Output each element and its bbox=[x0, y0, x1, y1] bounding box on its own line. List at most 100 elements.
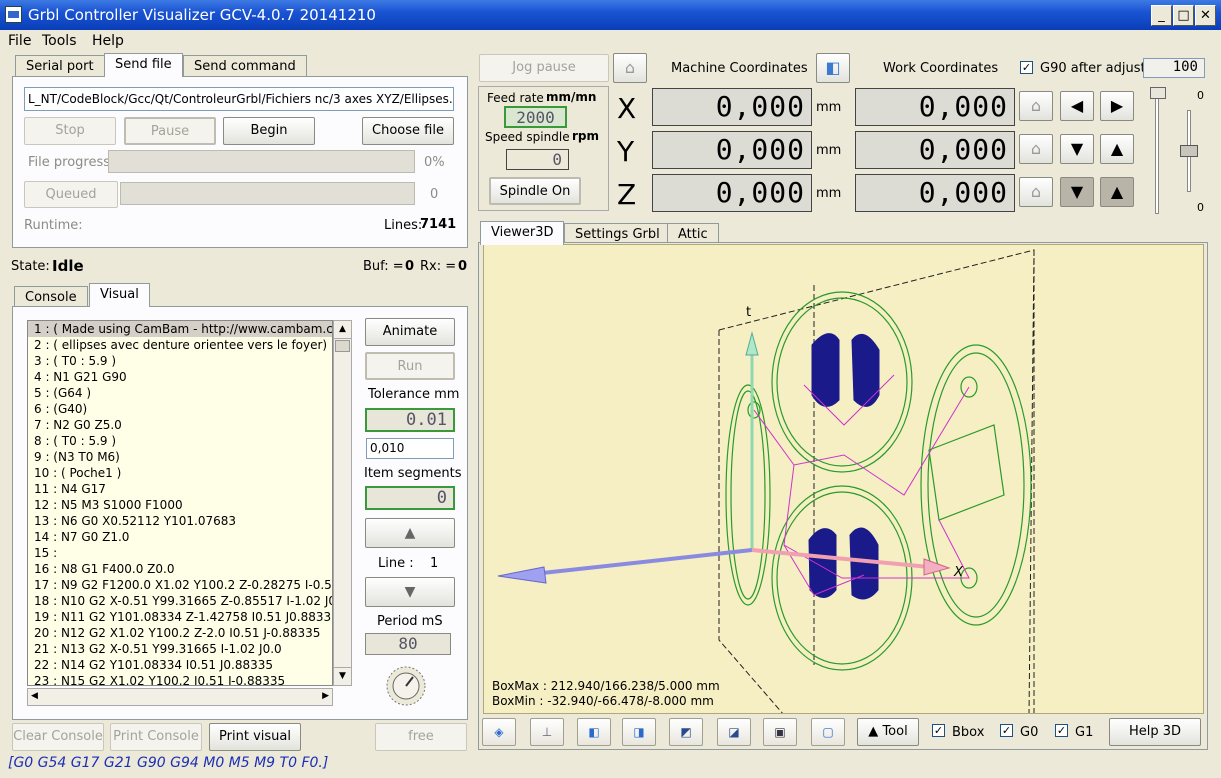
state-value: Idle bbox=[52, 257, 84, 275]
cube-view-button[interactable]: ◧ bbox=[816, 53, 850, 83]
file-path-input[interactable]: L_NT/CodeBlock/Gcc/Qt/ControleurGrbl/Fic… bbox=[24, 87, 454, 111]
queued-button[interactable]: Queued bbox=[24, 181, 118, 208]
vertical-scrollbar[interactable]: ▲ ▼ bbox=[333, 320, 352, 686]
list-item[interactable]: 2 : ( ellipses avec denture orientee ver… bbox=[28, 337, 332, 353]
menu-file[interactable]: File bbox=[8, 33, 31, 49]
help-3d-button[interactable]: Help 3D bbox=[1109, 718, 1201, 746]
bbox-checkbox[interactable]: ✓ bbox=[932, 724, 945, 737]
line-up-button[interactable]: ▲ bbox=[365, 518, 455, 548]
tab-viewer3d[interactable]: Viewer3D bbox=[480, 221, 565, 245]
minimize-button[interactable]: _ bbox=[1151, 5, 1172, 26]
spindle-on-button[interactable]: Spindle On bbox=[489, 177, 581, 205]
list-item[interactable]: 1 : ( Made using CamBam - http://www.cam… bbox=[28, 321, 332, 337]
jog-z-minus-button[interactable]: ▼ bbox=[1060, 177, 1094, 207]
g0-checkbox[interactable]: ✓ bbox=[1000, 724, 1013, 737]
tolerance-spinbox[interactable]: 0,010 bbox=[366, 438, 454, 459]
horizontal-scrollbar[interactable]: ◀ ▶ bbox=[27, 688, 333, 706]
list-item[interactable]: 6 : (G40) bbox=[28, 401, 332, 417]
maximize-button[interactable]: □ bbox=[1173, 5, 1194, 26]
view-top-button[interactable]: ▣ bbox=[763, 718, 797, 746]
line-down-button[interactable]: ▼ bbox=[365, 577, 455, 607]
g0-label: G0 bbox=[1020, 725, 1039, 740]
list-item[interactable]: 16 : N8 G1 F400.0 Z0.0 bbox=[28, 561, 332, 577]
list-item[interactable]: 13 : N6 G0 X0.52112 Y101.07683 bbox=[28, 513, 332, 529]
view-front-button[interactable]: ◧ bbox=[577, 718, 611, 746]
jog-y-plus-button[interactable]: ▲ bbox=[1100, 134, 1134, 164]
begin-button[interactable]: Begin bbox=[223, 117, 315, 145]
list-item[interactable]: 9 : (N3 T0 M6) bbox=[28, 449, 332, 465]
clear-console-button[interactable]: Clear Console bbox=[12, 723, 104, 751]
list-item[interactable]: 14 : N7 G0 Z1.0 bbox=[28, 529, 332, 545]
machine-z-display: 0,000 bbox=[652, 174, 812, 212]
jog-step-slider-handle[interactable] bbox=[1150, 87, 1166, 99]
scroll-down-icon[interactable]: ▼ bbox=[334, 667, 351, 685]
list-item[interactable]: 20 : N12 G2 X1.02 Y100.2 Z-2.0 I0.51 J-0… bbox=[28, 625, 332, 641]
jog-x-minus-button[interactable]: ◀ bbox=[1060, 91, 1094, 121]
jog-z-plus-button[interactable]: ▲ bbox=[1100, 177, 1134, 207]
scroll-up-icon[interactable]: ▲ bbox=[334, 321, 351, 339]
tab-visual[interactable]: Visual bbox=[89, 283, 150, 307]
choose-file-button[interactable]: Choose file bbox=[362, 117, 454, 145]
viewer-3d[interactable]: t X BoxMax : 212.940/166.238/5.000 mm Bo… bbox=[483, 244, 1204, 714]
gcode-list[interactable]: 1 : ( Made using CamBam - http://www.cam… bbox=[27, 320, 333, 686]
list-item[interactable]: 3 : ( T0 : 5.9 ) bbox=[28, 353, 332, 369]
jog-pause-button[interactable]: Jog pause bbox=[479, 54, 609, 82]
print-visual-button[interactable]: Print visual bbox=[209, 723, 301, 751]
close-button[interactable]: ✕ bbox=[1195, 5, 1216, 26]
animate-button[interactable]: Animate bbox=[365, 318, 455, 346]
scroll-right-icon[interactable]: ▶ bbox=[322, 691, 329, 701]
home-machine-button[interactable]: ⌂ bbox=[613, 53, 647, 83]
g1-checkbox[interactable]: ✓ bbox=[1055, 724, 1068, 737]
view-iso-button[interactable]: ◈ bbox=[482, 718, 516, 746]
runtime-label: Runtime: bbox=[24, 218, 83, 233]
home-y-button[interactable]: ⌂ bbox=[1019, 134, 1053, 164]
arrow-up-icon: ▲ bbox=[404, 525, 416, 541]
tab-serial-port[interactable]: Serial port bbox=[15, 55, 105, 77]
view-back-button[interactable]: ◨ bbox=[622, 718, 656, 746]
home-z-button[interactable]: ⌂ bbox=[1019, 177, 1053, 207]
speed-spindle-display: 0 bbox=[506, 149, 569, 170]
period-dial[interactable] bbox=[378, 660, 434, 712]
tab-send-file[interactable]: Send file bbox=[104, 53, 183, 77]
menu-help[interactable]: Help bbox=[92, 33, 124, 49]
list-item[interactable]: 21 : N13 G2 X-0.51 Y99.31665 I-1.02 J0.0 bbox=[28, 641, 332, 657]
scroll-thumb[interactable] bbox=[335, 340, 350, 352]
list-item[interactable]: 23 : N15 G2 X1.02 Y100.2 I0.51 J-0.88335 bbox=[28, 673, 332, 685]
view-tool-button[interactable]: ⊥ bbox=[530, 718, 564, 746]
list-item[interactable]: 5 : (G64 ) bbox=[28, 385, 332, 401]
g90-checkbox[interactable]: ✓ bbox=[1020, 61, 1033, 74]
view-left-button[interactable]: ◩ bbox=[669, 718, 703, 746]
list-item[interactable]: 22 : N14 G2 Y101.08334 I0.51 J0.88335 bbox=[28, 657, 332, 673]
g90-value[interactable]: 100 bbox=[1143, 58, 1205, 78]
free-button[interactable]: free bbox=[375, 723, 467, 751]
list-item[interactable]: 11 : N4 G17 bbox=[28, 481, 332, 497]
list-item[interactable]: 17 : N9 G2 F1200.0 X1.02 Y100.2 Z-0.2827… bbox=[28, 577, 332, 593]
list-item[interactable]: 8 : ( T0 : 5.9 ) bbox=[28, 433, 332, 449]
feed-slider-handle[interactable] bbox=[1180, 145, 1198, 157]
tab-send-command[interactable]: Send command bbox=[183, 55, 307, 77]
list-item[interactable]: 12 : N5 M3 S1000 F1000 bbox=[28, 497, 332, 513]
list-item[interactable]: 10 : ( Poche1 ) bbox=[28, 465, 332, 481]
axis-x-label: X bbox=[617, 92, 637, 125]
stop-button[interactable]: Stop bbox=[24, 117, 116, 145]
jog-y-minus-button[interactable]: ▼ bbox=[1060, 134, 1094, 164]
list-item[interactable]: 19 : N11 G2 Y101.08334 Z-1.42758 I0.51 J… bbox=[28, 609, 332, 625]
tab-console[interactable]: Console bbox=[14, 286, 88, 308]
list-item[interactable]: 4 : N1 G21 G90 bbox=[28, 369, 332, 385]
view-right-button[interactable]: ◪ bbox=[717, 718, 751, 746]
run-button[interactable]: Run bbox=[365, 352, 455, 380]
view-bottom-button[interactable]: ▢ bbox=[811, 718, 845, 746]
jog-x-plus-button[interactable]: ▶ bbox=[1100, 91, 1134, 121]
scroll-left-icon[interactable]: ◀ bbox=[31, 691, 38, 701]
home-x-button[interactable]: ⌂ bbox=[1019, 91, 1053, 121]
tolerance-display: 0.01 bbox=[365, 408, 455, 432]
list-item[interactable]: 15 : bbox=[28, 545, 332, 561]
menu-tools[interactable]: Tools bbox=[42, 33, 77, 49]
jog-step-slider-track[interactable] bbox=[1155, 92, 1159, 214]
cube-front-icon: ◧ bbox=[588, 725, 600, 739]
pause-button[interactable]: Pause bbox=[124, 117, 216, 145]
list-item[interactable]: 7 : N2 G0 Z5.0 bbox=[28, 417, 332, 433]
print-console-button[interactable]: Print Console bbox=[110, 723, 202, 751]
list-item[interactable]: 18 : N10 G2 X-0.51 Y99.31665 Z-0.85517 I… bbox=[28, 593, 332, 609]
tool-button[interactable]: ▲ Tool bbox=[857, 718, 919, 746]
